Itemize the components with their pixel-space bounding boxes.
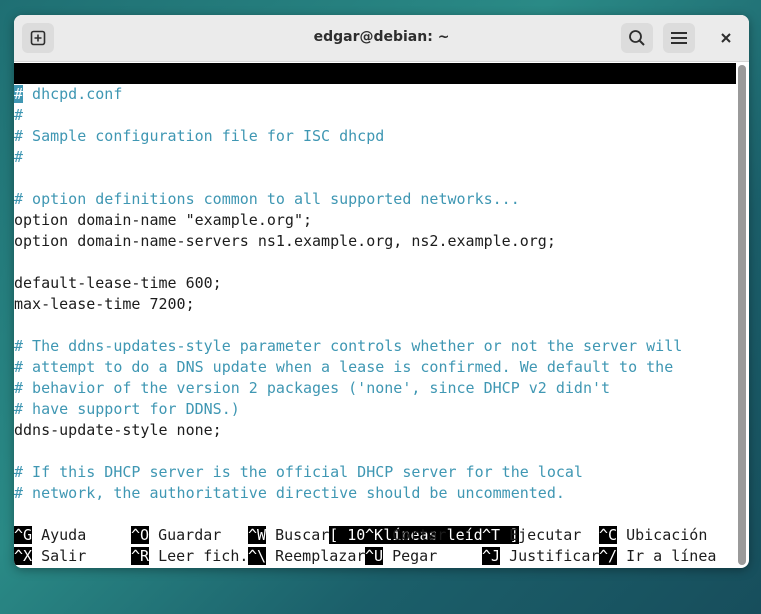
comment-text: # <box>14 148 24 166</box>
file-line: # option definitions common to all suppo… <box>14 189 520 210</box>
file-line: # <box>14 105 23 126</box>
comment-text: # option definitions common to all suppo… <box>14 190 520 208</box>
comment-text: # <box>14 106 24 124</box>
menu-button[interactable] <box>663 23 695 53</box>
file-line: # network, the authoritative directive s… <box>14 483 565 504</box>
shortcut-label: Justificar <box>500 547 600 565</box>
file-line: default-lease-time 600; <box>14 273 222 294</box>
config-text: max-lease-time 7200; <box>14 295 195 313</box>
shortcut-key: ^J <box>482 547 501 565</box>
shortcut-label: Ir a línea <box>617 547 717 565</box>
shortcut-item[interactable]: ^G Ayuda <box>14 525 86 546</box>
file-line: # behavior of the version 2 packages ('n… <box>14 378 610 399</box>
comment-text: # behavior of the version 2 packages ('n… <box>14 379 611 397</box>
comment-text: # have support for DDNS.) <box>14 400 240 418</box>
shortcut-label: Ejecutar <box>500 526 582 544</box>
file-line: # If this DHCP server is the official DH… <box>14 462 583 483</box>
file-line: ddns-update-style none; <box>14 420 222 441</box>
shortcut-key: ^U <box>365 547 384 565</box>
close-icon <box>721 33 731 43</box>
nano-header-bar: GNU nano 7.2 /etc/dhcp/dhcpd.conf <box>14 63 736 124</box>
shortcut-item[interactable]: ^U Pegar <box>365 546 437 567</box>
file-line: max-lease-time 7200; <box>14 294 195 315</box>
file-line: # attempt to do a DNS update when a leas… <box>14 357 673 378</box>
file-line: # dhcpd.conf <box>14 84 122 105</box>
terminal-area[interactable]: GNU nano 7.2 /etc/dhcp/dhcpd.conf # dhcp… <box>14 63 736 568</box>
shortcut-item[interactable]: ^T Ejecutar <box>482 525 581 546</box>
shortcut-key: ^R <box>131 547 150 565</box>
shortcut-key: ^/ <box>599 547 618 565</box>
title-bar: edgar@debian: ~ <box>14 15 749 62</box>
config-text: option domain-name "example.org"; <box>14 211 313 229</box>
shortcut-label: Ayuda <box>32 526 87 544</box>
comment-text: # The ddns-updates-style parameter contr… <box>14 337 683 355</box>
shortcut-label: Leer fich. <box>149 547 249 565</box>
shortcut-item[interactable]: ^X Salir <box>14 546 86 567</box>
shortcut-label: Salir <box>32 547 87 565</box>
shortcut-key: ^\ <box>248 547 267 565</box>
config-text: ddns-update-style none; <box>14 421 222 439</box>
shortcut-label: Guardar <box>149 526 222 544</box>
file-line: option domain-name "example.org"; <box>14 210 312 231</box>
file-line: # <box>14 147 23 168</box>
shortcut-label: Cortar <box>383 526 447 544</box>
scrollbar[interactable] <box>738 65 746 565</box>
shortcut-key: ^K <box>365 526 384 544</box>
shortcut-item[interactable]: ^O Guardar <box>131 525 221 546</box>
file-line: # Sample configuration file for ISC dhcp… <box>14 126 384 147</box>
shortcut-item[interactable]: ^W Buscar <box>248 525 329 546</box>
hamburger-menu-icon <box>671 32 687 44</box>
shortcut-item[interactable]: ^K Cortar <box>365 525 446 546</box>
close-button[interactable] <box>711 23 741 53</box>
shortcut-key: ^O <box>131 526 150 544</box>
nano-filename: /etc/dhcp/dhcpd.conf <box>302 106 483 124</box>
shortcut-item[interactable]: ^\ Reemplazar <box>248 546 365 567</box>
file-line: # have support for DDNS.) <box>14 399 240 420</box>
file-line: option domain-name-servers ns1.example.o… <box>14 231 556 252</box>
shortcut-item[interactable]: ^R Leer fich. <box>131 546 248 567</box>
status-message-line: [ 107 líneas leídas ] <box>275 504 519 544</box>
comment-text: dhcpd.conf <box>23 85 123 103</box>
comment-text: # attempt to do a DNS update when a leas… <box>14 358 674 376</box>
shortcut-label: Pegar <box>383 547 438 565</box>
shortcut-item[interactable]: ^C Ubicación <box>599 525 707 546</box>
scrollbar-thumb[interactable] <box>738 65 746 565</box>
shortcut-key: ^C <box>599 526 618 544</box>
shortcut-key: ^W <box>248 526 267 544</box>
shortcut-label: Reemplazar <box>266 547 366 565</box>
shortcut-key: ^G <box>14 526 33 544</box>
shortcut-label: Ubicación <box>617 526 708 544</box>
comment-text: # If this DHCP server is the official DH… <box>14 463 583 481</box>
config-text: option domain-name-servers ns1.example.o… <box>14 232 556 250</box>
shortcut-item[interactable]: ^/ Ir a línea <box>599 546 716 567</box>
config-text: default-lease-time 600; <box>14 274 222 292</box>
comment-text: # network, the authoritative directive s… <box>14 484 565 502</box>
terminal-window: edgar@debian: ~ GNU nano 7.2 /etc/dhcp/d… <box>14 15 749 568</box>
text-cursor: # <box>14 85 24 103</box>
shortcut-item[interactable]: ^J Justificar <box>482 546 599 567</box>
comment-text: # Sample configuration file for ISC dhcp… <box>14 127 385 145</box>
shortcut-label: Buscar <box>266 526 330 544</box>
file-line: # The ddns-updates-style parameter contr… <box>14 336 682 357</box>
shortcut-key: ^X <box>14 547 33 565</box>
search-icon <box>629 30 645 46</box>
search-button[interactable] <box>621 23 653 53</box>
shortcut-key: ^T <box>482 526 501 544</box>
